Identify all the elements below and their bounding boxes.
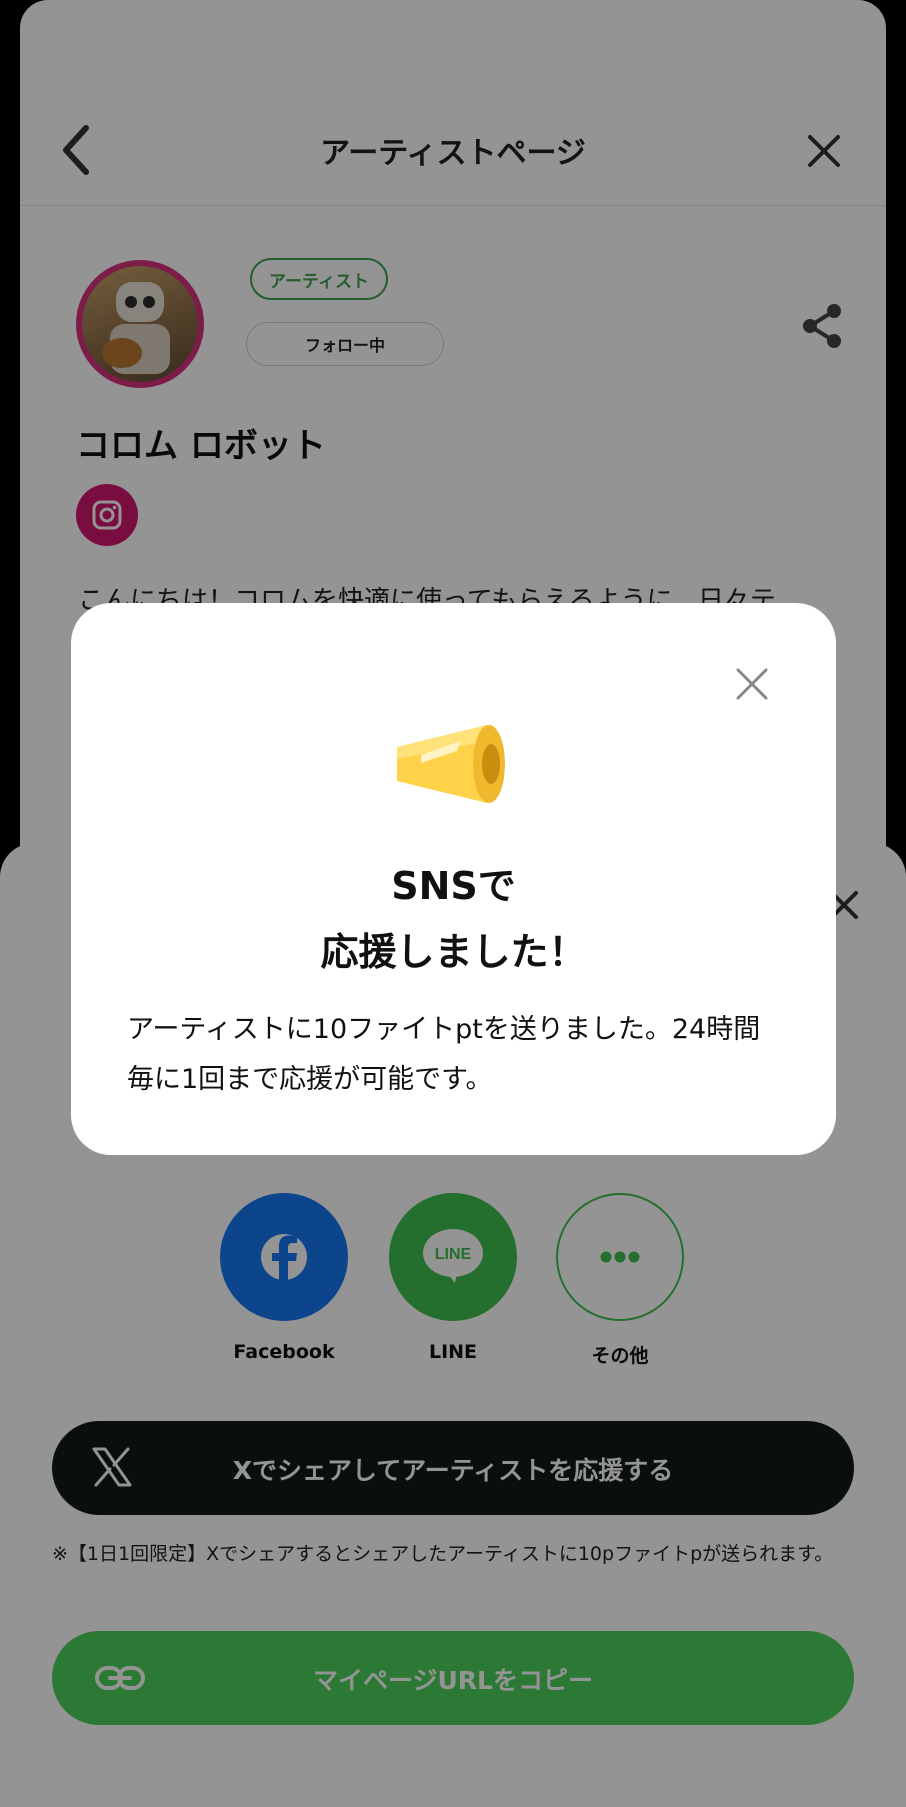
modal-title-line2: 応援しました！ xyxy=(320,930,587,974)
modal-title: SNSで 応援しました！ xyxy=(71,853,836,985)
megaphone-icon xyxy=(397,725,505,803)
support-complete-modal: SNSで 応援しました！ アーティストに10ファイトptを送りました。24時間毎… xyxy=(71,603,836,1155)
modal-title-line1: SNSで xyxy=(391,864,516,908)
modal-message: アーティストに10ファイトptを送りました。24時間毎に1回まで応援が可能です。 xyxy=(127,1014,761,1095)
modal-close-icon[interactable] xyxy=(735,667,769,701)
